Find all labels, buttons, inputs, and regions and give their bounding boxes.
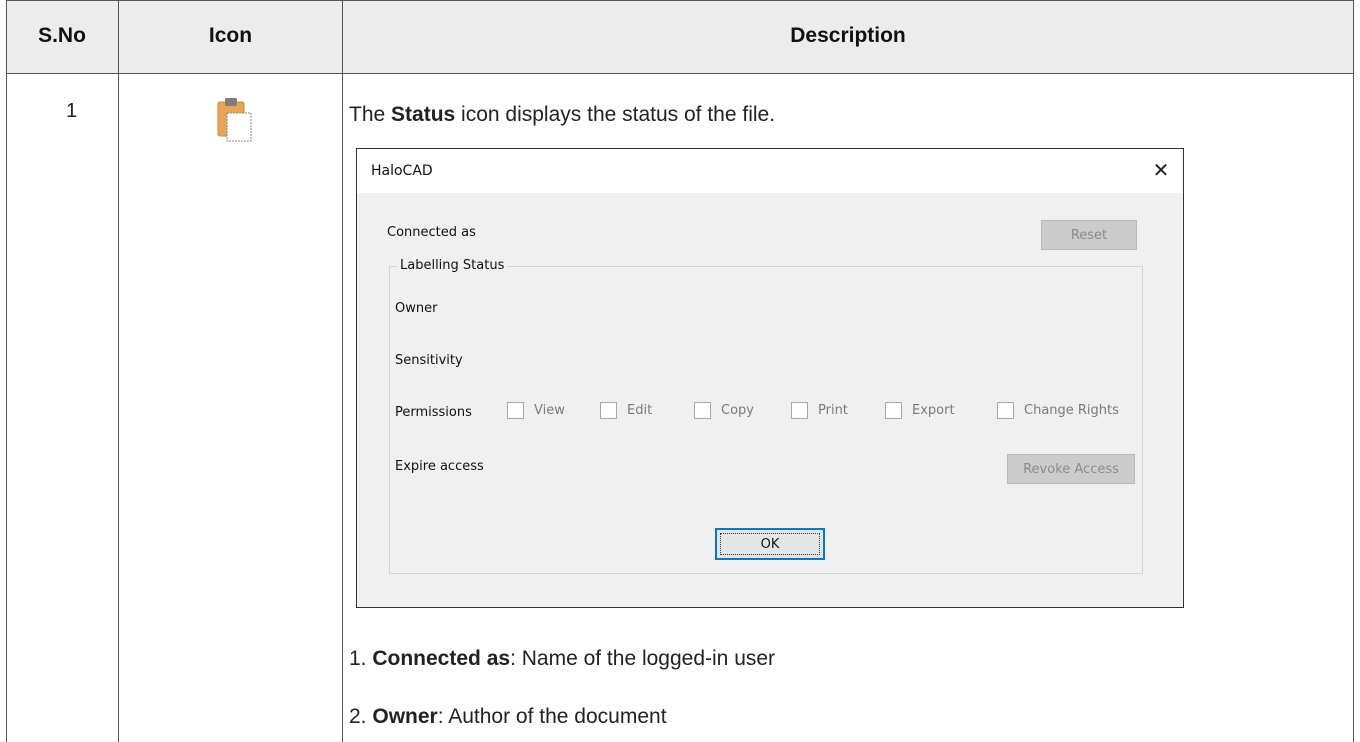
permission-print[interactable]: Print: [791, 402, 848, 419]
description-intro: The Status icon displays the status of t…: [349, 103, 776, 126]
dialog-title-bar: HaloCAD ✕: [357, 149, 1183, 193]
dialog-title: HaloCAD: [371, 163, 433, 179]
list-item: 1. Connected as: Name of the logged-in u…: [349, 647, 776, 670]
permission-copy[interactable]: Copy: [694, 402, 754, 419]
owner-label: Owner: [395, 301, 438, 316]
table-divider-1: [118, 0, 119, 742]
list-item: 2. Owner: Author of the document: [349, 705, 667, 728]
copy-checkbox[interactable]: [694, 402, 711, 419]
header-icon: Icon: [208, 24, 253, 47]
view-checkbox[interactable]: [507, 402, 524, 419]
table-border-right: [1353, 0, 1354, 742]
header-description: Description: [790, 24, 906, 47]
revoke-access-button[interactable]: Revoke Access: [1007, 454, 1135, 484]
connected-as-label: Connected as: [387, 225, 476, 240]
halocad-status-dialog: HaloCAD ✕ Connected as Reset Labelling S…: [356, 148, 1184, 608]
permission-edit[interactable]: Edit: [600, 402, 652, 419]
permission-export[interactable]: Export: [885, 402, 955, 419]
header-sno: S.No: [38, 24, 86, 47]
permission-change-rights[interactable]: Change Rights: [997, 402, 1119, 419]
row-sno: 1: [66, 100, 78, 122]
ok-button[interactable]: OK: [715, 528, 825, 560]
sensitivity-label: Sensitivity: [395, 353, 463, 368]
print-checkbox[interactable]: [791, 402, 808, 419]
ok-focus-ring: [720, 533, 820, 555]
expire-access-label: Expire access: [395, 459, 484, 474]
change-rights-checkbox[interactable]: [997, 402, 1014, 419]
export-checkbox[interactable]: [885, 402, 902, 419]
labelling-status-legend: Labelling Status: [397, 258, 508, 273]
permission-view[interactable]: View: [507, 402, 565, 419]
table-border-left: [6, 0, 7, 742]
reset-button[interactable]: Reset: [1041, 220, 1137, 250]
edit-checkbox[interactable]: [600, 402, 617, 419]
clipboard-icon: [217, 98, 252, 142]
permissions-label: Permissions: [395, 405, 472, 420]
close-icon[interactable]: ✕: [1149, 158, 1173, 182]
table-divider-2: [342, 0, 343, 742]
